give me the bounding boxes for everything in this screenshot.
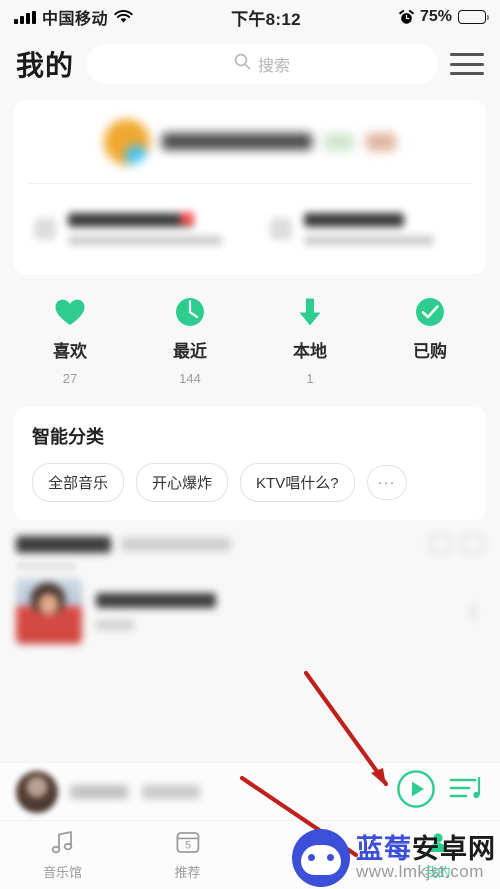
- profile-shortcut-right[interactable]: [250, 184, 486, 274]
- playlist-meta-redacted: [96, 619, 134, 630]
- clock-icon: [175, 296, 205, 328]
- quick-action-label: 已购: [413, 342, 447, 361]
- username-redacted: [162, 133, 312, 150]
- profile-shortcut-rows: [14, 184, 486, 274]
- download-arrow-icon: [296, 296, 324, 328]
- quick-action-count: 144: [179, 371, 201, 386]
- tab-label: 推荐: [174, 864, 201, 880]
- quick-action-count: 1: [306, 371, 314, 386]
- app-header: 我的 搜索: [0, 34, 500, 94]
- play-circle-icon[interactable]: [396, 769, 436, 814]
- calendar-icon: 5: [175, 830, 201, 856]
- list-item-more-icon[interactable]: [471, 602, 476, 620]
- hamburger-menu-icon[interactable]: [450, 51, 484, 77]
- watermark-name-part2: 安卓网: [412, 833, 496, 864]
- profile-badge-2: [366, 132, 396, 151]
- avatar[interactable]: [104, 118, 150, 165]
- watermark-text: 蓝莓安卓网 www.lmkjst.com: [356, 835, 496, 881]
- status-bar-left: 中国移动: [14, 5, 133, 29]
- playlist-view-toggle-icon[interactable]: [430, 534, 452, 554]
- check-circle-icon: [415, 296, 445, 328]
- status-bar-time: 下午8:12: [231, 9, 301, 29]
- search-icon: [234, 53, 251, 75]
- svg-text:5: 5: [184, 840, 190, 852]
- quick-action-label: 本地: [293, 342, 327, 361]
- chip-all-music[interactable]: 全部音乐: [32, 463, 125, 502]
- now-playing-cover[interactable]: [16, 770, 58, 813]
- tab-recommend[interactable]: 5 推荐: [125, 821, 250, 889]
- search-bar[interactable]: 搜索: [86, 44, 438, 84]
- tab-label: 音乐馆: [42, 864, 82, 880]
- watermark-url: www.lmkjst.com: [356, 862, 484, 882]
- quick-action-purchased[interactable]: 已购: [370, 296, 490, 387]
- list-item[interactable]: [0, 570, 500, 652]
- quick-actions-row: 喜欢 27 最近 144 本地 1 已购: [0, 274, 500, 401]
- wifi-icon: [114, 10, 133, 24]
- shortcut-title-right-redacted: [304, 213, 405, 227]
- signal-bars-icon: [14, 10, 36, 24]
- carrier-label: 中国移动: [42, 11, 109, 28]
- smart-category-card: 智能分类 全部音乐 开心爆炸 KTV唱什么? ···: [14, 407, 486, 520]
- playlist-section-sub-redacted: [121, 537, 231, 551]
- search-input[interactable]: 搜索: [258, 52, 290, 76]
- shortcut-icon-left: [34, 218, 56, 240]
- playlist-section: [0, 520, 500, 652]
- shortcut-title-left-redacted: [68, 212, 195, 227]
- battery-icon: [458, 10, 490, 24]
- playlist-add-icon[interactable]: [462, 534, 484, 554]
- chip-ktv[interactable]: KTV唱什么?: [240, 463, 355, 502]
- battery-percent-label: 75%: [419, 8, 452, 25]
- quick-action-recent[interactable]: 最近 144: [130, 296, 250, 387]
- playlist-section-title-redacted: [16, 535, 111, 553]
- app-screen: 中国移动 下午8:12 75% 我的 搜索 喜欢 27 最近 144 本地 1 …: [0, 0, 500, 889]
- quick-action-liked[interactable]: 喜欢 27: [10, 296, 130, 387]
- watermark-name-part1: 蓝莓: [356, 833, 412, 864]
- now-playing-text-redacted: [70, 784, 384, 799]
- profile-card[interactable]: [14, 100, 486, 274]
- playlist-cover-thumbnail: [16, 578, 82, 644]
- site-watermark: 蓝莓安卓网 www.lmkjst.com: [292, 829, 496, 887]
- quick-action-label: 喜欢: [53, 342, 87, 361]
- quick-action-label: 最近: [173, 342, 207, 361]
- smart-category-chips: 全部音乐 开心爆炸 KTV唱什么? ···: [32, 463, 468, 502]
- status-bar: 中国移动 下午8:12 75%: [0, 0, 500, 34]
- profile-shortcut-left[interactable]: [14, 184, 250, 274]
- playlist-count-redacted: [16, 562, 76, 570]
- chip-happy-burst[interactable]: 开心爆炸: [136, 463, 229, 502]
- profile-summary-redacted[interactable]: [14, 100, 486, 183]
- page-title: 我的: [16, 50, 75, 81]
- playlist-queue-icon[interactable]: [448, 772, 484, 811]
- smart-category-title: 智能分类: [32, 427, 104, 447]
- heart-icon: [54, 296, 86, 328]
- playlist-name-redacted: [96, 592, 216, 608]
- quick-action-count: 27: [62, 371, 78, 386]
- quick-action-local[interactable]: 本地 1: [250, 296, 370, 387]
- watermark-logo-icon: [292, 829, 350, 887]
- chip-more-button[interactable]: ···: [366, 465, 407, 500]
- profile-badge-1: [324, 132, 354, 151]
- status-bar-right: 75%: [399, 8, 490, 26]
- music-note-icon: [50, 830, 76, 856]
- shortcut-subtitle-left-redacted: [68, 236, 222, 245]
- shortcut-icon-right: [270, 218, 292, 240]
- playlist-section-header[interactable]: [0, 520, 500, 560]
- red-badge-dot: [181, 212, 195, 225]
- mini-player[interactable]: [0, 762, 500, 820]
- alarm-clock-icon: [399, 9, 414, 25]
- now-playing-title-redacted: [70, 784, 128, 799]
- tab-music-hall[interactable]: 音乐馆: [0, 821, 125, 889]
- now-playing-artist-redacted: [142, 784, 200, 799]
- shortcut-subtitle-right-redacted: [304, 236, 434, 245]
